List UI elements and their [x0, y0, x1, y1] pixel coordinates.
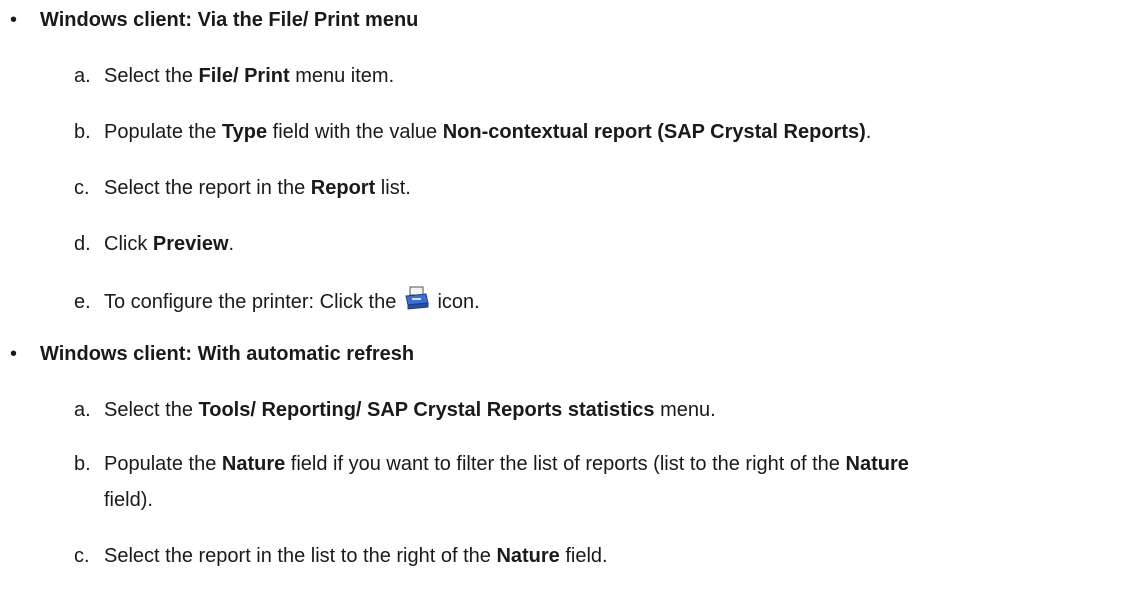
step-item: b. Populate the Nature field if you want … — [74, 453, 909, 511]
section-title: Windows client: With automatic refresh — [40, 343, 415, 365]
step-item: c. Select the report in the list to the r… — [74, 545, 608, 567]
bullet-dot: • — [10, 343, 18, 365]
step-item: c. Select the report in the Report list. — [74, 177, 411, 199]
step-item: d. Click Preview. — [74, 233, 235, 255]
step-item: a. Select the File/ Print menu item. — [74, 65, 395, 87]
bullet-dot: • — [10, 9, 18, 31]
printer-icon — [404, 286, 430, 310]
section-title: Windows client: Via the File/ Print menu — [40, 9, 419, 31]
step-item: a. Select the Tools/ Reporting/ SAP Cryst… — [74, 399, 716, 421]
step-item: e. To configure the printer: Click the ic… — [74, 286, 480, 314]
step-item: b. Populate the Type field with the value… — [74, 121, 872, 143]
